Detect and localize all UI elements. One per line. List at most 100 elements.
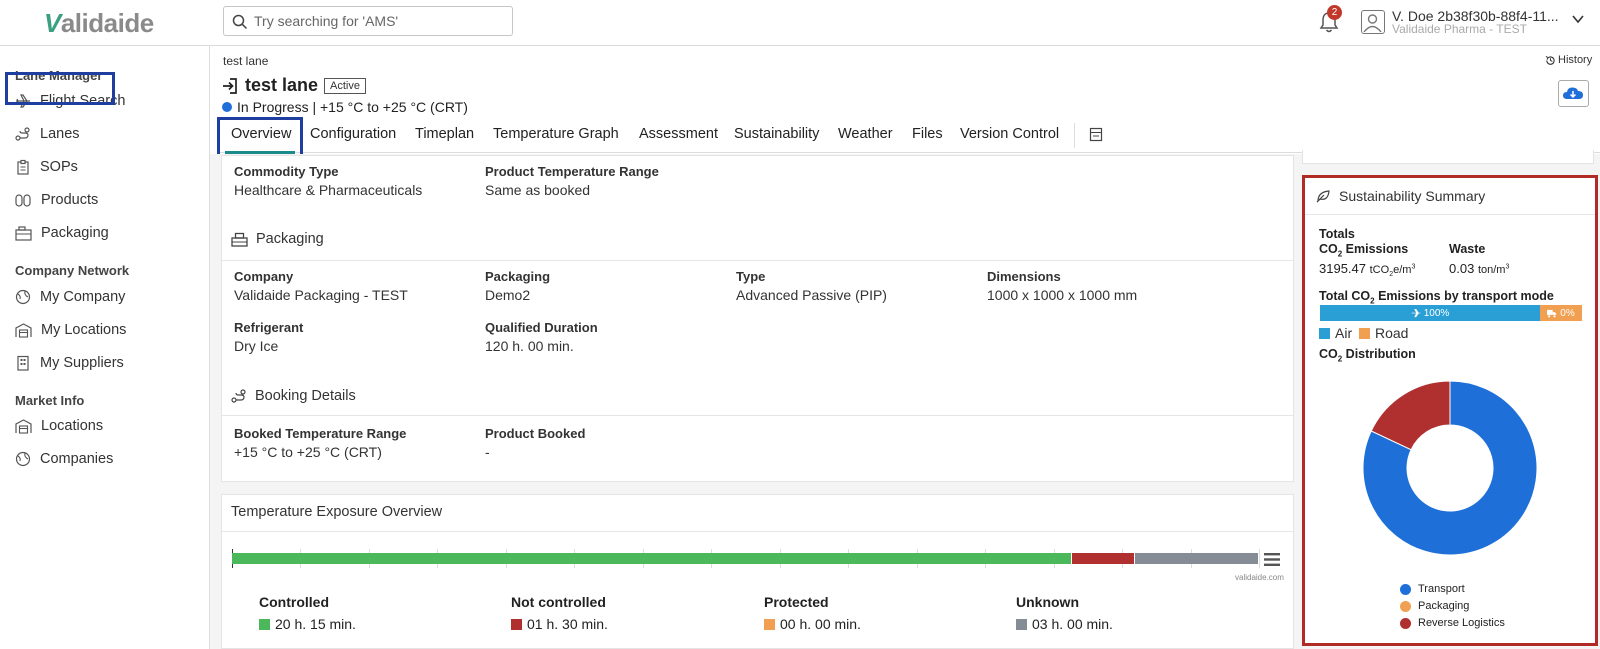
sidebar-item-label: My Locations: [41, 322, 127, 338]
tab-files[interactable]: Files: [912, 126, 943, 142]
legend-packaging[interactable]: Packaging: [1400, 600, 1469, 612]
dimensions-label: Dimensions: [987, 269, 1061, 284]
globe-icon: [15, 289, 31, 305]
tab-separator: [1074, 123, 1075, 148]
airplane-icon: [1411, 308, 1421, 318]
transport-mode-bar-air[interactable]: 100%: [1320, 305, 1540, 321]
sidebar-item-products[interactable]: Products: [15, 187, 98, 213]
tab-timeplan[interactable]: Timeplan: [415, 126, 474, 142]
printer-icon[interactable]: [1089, 127, 1103, 142]
right-panel-stub: [1302, 150, 1594, 164]
legend-dot: [1400, 583, 1411, 595]
controlled-value: 20 h. 15 min.: [259, 616, 356, 632]
divider: [1305, 214, 1595, 215]
sustainability-heading: Sustainability Summary: [1316, 188, 1485, 204]
nav-section-company-network: Company Network: [15, 263, 130, 278]
controlled-duration: 20 h. 15 min.: [275, 616, 356, 632]
top-bar: Validaide 2 V. Doe 2b38f30b-88f4-11... V…: [0, 0, 1600, 46]
company-label: Company: [234, 269, 294, 284]
booking-heading-label: Booking Details: [255, 388, 356, 404]
booked-temp-label: Booked Temperature Range: [234, 426, 407, 441]
tab-weather[interactable]: Weather: [838, 126, 893, 142]
sidebar-item-companies[interactable]: Companies: [15, 446, 113, 472]
product-booked-label: Product Booked: [485, 426, 586, 441]
legend-dot: [1400, 600, 1411, 612]
sustainability-heading-label: Sustainability Summary: [1339, 188, 1486, 204]
sidebar-item-my-suppliers[interactable]: My Suppliers: [15, 350, 124, 376]
exposure-bar-segment[interactable]: [232, 553, 1072, 564]
product-booked-value: -: [485, 444, 490, 460]
notification-badge: 2: [1327, 5, 1342, 20]
legend-road-label: Road: [1375, 325, 1409, 341]
sidebar-item-packaging[interactable]: Packaging: [15, 220, 109, 246]
commodity-type-value: Healthcare & Pharmaceuticals: [234, 182, 423, 198]
chart-credit[interactable]: validaide.com: [1235, 573, 1284, 582]
commodity-type-label: Commodity Type: [234, 164, 339, 179]
sidebar-item-label: Lanes: [40, 126, 80, 142]
menu-icon[interactable]: [1264, 553, 1280, 566]
tab-temperature-graph[interactable]: Temperature Graph: [493, 126, 619, 142]
divider: [222, 531, 1293, 532]
sidebar-item-label: Packaging: [41, 225, 109, 241]
transport-mode-bar-road[interactable]: 0%: [1540, 305, 1582, 321]
sidebar-item-label: Products: [41, 192, 99, 208]
truck-icon: [1547, 309, 1557, 317]
waste-label: Waste: [1449, 242, 1486, 256]
sidebar-item-locations[interactable]: Locations: [15, 413, 103, 439]
divider: [222, 260, 1293, 261]
divider: [222, 415, 1293, 416]
not-controlled-label: Not controlled: [511, 594, 606, 610]
legend-reverse-logistics[interactable]: Reverse Logistics: [1400, 617, 1505, 629]
tab-sustainability[interactable]: Sustainability: [734, 126, 819, 142]
progress-status-text: In Progress | +15 °C to +25 °C (CRT): [237, 99, 468, 115]
legend-air[interactable]: Air: [1319, 325, 1352, 341]
packaging-heading-label: Packaging: [256, 231, 324, 247]
tab-assessment[interactable]: Assessment: [639, 126, 718, 142]
sidebar-item-label: SOPs: [40, 159, 78, 175]
qualified-duration-label: Qualified Duration: [485, 320, 598, 335]
sidebar-item-sops[interactable]: SOPs: [15, 154, 78, 180]
unknown-value: 03 h. 00 min.: [1016, 616, 1113, 632]
history-link[interactable]: History: [1545, 54, 1592, 66]
package-icon: [231, 232, 248, 247]
transport-mode-title: Total CO2 Emissions by transport mode: [1319, 289, 1554, 306]
sidebar-item-label: Locations: [41, 418, 104, 434]
search-icon: [232, 14, 248, 30]
tab-version-control[interactable]: Version Control: [960, 126, 1059, 142]
exposure-bar-segment[interactable]: [1072, 553, 1134, 564]
type-value: Advanced Passive (PIP): [736, 287, 887, 303]
packaging-value: Demo2: [485, 287, 531, 303]
avatar[interactable]: [1361, 10, 1385, 34]
search-box[interactable]: [223, 6, 513, 36]
unknown-duration: 03 h. 00 min.: [1032, 616, 1113, 632]
sidebar-item-my-company[interactable]: My Company: [15, 284, 125, 310]
building-icon: [17, 355, 29, 371]
co2-emissions-value: 3195.47 tCO2e/m3: [1319, 261, 1416, 279]
sidebar-item-label: Companies: [40, 451, 114, 467]
leaf-icon: [1316, 190, 1330, 203]
legend-transport-label: Transport: [1418, 583, 1465, 595]
booking-heading: Booking Details: [231, 388, 356, 404]
legend-transport[interactable]: Transport: [1400, 583, 1465, 595]
search-input[interactable]: [254, 11, 504, 31]
legend-swatch: [1319, 327, 1330, 339]
download-button[interactable]: [1558, 80, 1589, 107]
page-title: test lane: [245, 75, 319, 95]
exposure-bar-segment[interactable]: [1134, 553, 1258, 564]
breadcrumb[interactable]: test lane: [223, 54, 268, 68]
legend-swatch: [259, 618, 270, 630]
legend-swatch: [764, 618, 775, 630]
tab-configuration[interactable]: Configuration: [310, 126, 396, 142]
lane-enter-icon: [223, 77, 237, 94]
chevron-down-icon[interactable]: [1572, 14, 1584, 24]
legend-road[interactable]: Road: [1359, 325, 1408, 341]
route-icon: [15, 127, 30, 141]
route-icon: [231, 389, 246, 403]
not-controlled-duration: 01 h. 30 min.: [527, 616, 608, 632]
packaging-heading: Packaging: [231, 231, 324, 247]
sidebar-item-lanes[interactable]: Lanes: [15, 121, 80, 147]
sidebar-item-my-locations[interactable]: My Locations: [15, 317, 126, 343]
lanes-highlight-box: [5, 72, 115, 105]
validaide-logo[interactable]: Validaide: [44, 8, 154, 39]
warehouse-icon: [15, 323, 32, 338]
